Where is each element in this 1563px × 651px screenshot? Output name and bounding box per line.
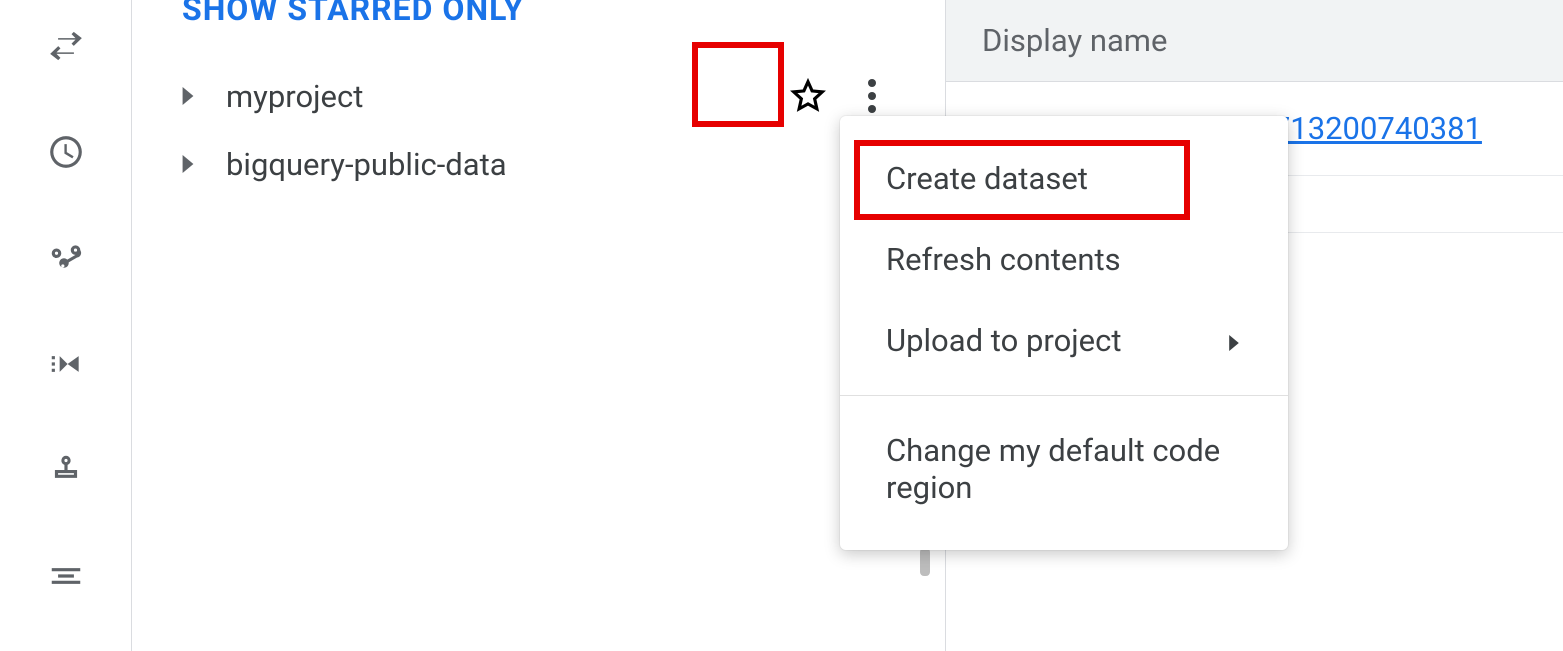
expand-icon[interactable]: [168, 155, 208, 173]
explorer-panel: SHOW STARRED ONLY myproject bigquery-pub…: [132, 0, 932, 651]
menu-item-label: Change my default code region: [886, 432, 1242, 506]
project-row-myproject[interactable]: myproject: [160, 62, 912, 130]
menu-divider: [840, 395, 1288, 396]
chevron-right-icon: [1226, 322, 1242, 359]
transfers-icon[interactable]: [42, 22, 90, 70]
project-tree: myproject bigquery-public-data: [160, 62, 912, 198]
menu-item-refresh-contents[interactable]: Refresh contents: [840, 219, 1288, 300]
menu-item-label: Refresh contents: [886, 241, 1121, 278]
sql-icon[interactable]: [42, 552, 90, 600]
highlight-more-button: [692, 42, 784, 127]
project-context-menu: Create dataset Refresh contents Upload t…: [840, 116, 1288, 550]
left-sidebar: [0, 0, 132, 651]
menu-item-label: Create dataset: [886, 160, 1088, 197]
menu-item-create-dataset[interactable]: Create dataset: [840, 138, 1288, 219]
clock-icon[interactable]: [42, 128, 90, 176]
project-label: bigquery-public-data: [208, 146, 860, 183]
menu-item-upload-to-project[interactable]: Upload to project: [840, 300, 1288, 381]
column-header-display-name: Display name: [946, 0, 1563, 82]
migration-icon[interactable]: [42, 340, 90, 388]
star-outline-icon[interactable]: [786, 74, 830, 118]
menu-item-change-default-code-region[interactable]: Change my default code region: [840, 410, 1288, 528]
pipeline-icon[interactable]: [42, 446, 90, 494]
menu-item-label: Upload to project: [886, 322, 1121, 359]
analytics-hub-icon[interactable]: [42, 234, 90, 282]
scrollbar-thumb[interactable]: [920, 548, 930, 576]
project-row-bigquery-public-data[interactable]: bigquery-public-data: [160, 130, 912, 198]
expand-icon[interactable]: [168, 87, 208, 105]
show-starred-only-link[interactable]: SHOW STARRED ONLY: [182, 0, 524, 28]
